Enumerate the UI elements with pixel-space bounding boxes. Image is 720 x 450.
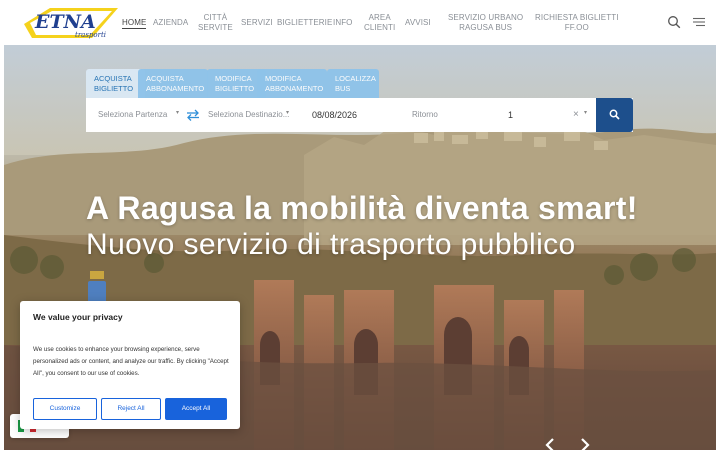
tab-modifica-abbonamento[interactable]: MODIFICA ABBONAMENTO bbox=[257, 69, 327, 99]
tab-acquista-biglietto[interactable]: ACQUISTA BIGLIETTO bbox=[86, 69, 145, 99]
nav-item-home[interactable]: HOME bbox=[122, 18, 147, 29]
etna-trasporti-logo[interactable]: ETNA trasporti bbox=[22, 6, 118, 40]
menu-icon[interactable] bbox=[692, 15, 706, 29]
hero-title: A Ragusa la mobilità diventa smart! bbox=[86, 190, 638, 226]
nav-item-area-clienti[interactable]: AREA CLIENTI bbox=[364, 13, 395, 32]
chevron-down-icon: ▾ bbox=[176, 110, 180, 116]
hero-subtitle: Nuovo servizio di trasporto pubblico bbox=[86, 228, 576, 261]
nav-item-biglietterie[interactable]: BIGLIETTERIE bbox=[277, 18, 332, 28]
nav-item-richiesta-biglietti[interactable]: RICHIESTA BIGLIETTI FF.OO bbox=[535, 13, 619, 32]
search-button[interactable] bbox=[596, 98, 633, 132]
site-header: ETNA trasporti HOME AZIENDA CITTÀ SERVIT… bbox=[0, 0, 720, 45]
destination-select[interactable]: Seleziona Destinazio... bbox=[208, 98, 289, 132]
slider-prev-arrow-icon[interactable] bbox=[543, 437, 557, 450]
slider-next-arrow-icon[interactable] bbox=[578, 437, 592, 450]
chevron-down-icon: ▾ bbox=[286, 110, 290, 116]
booking-search-bar: Seleziona Partenza ▾ Seleziona Destinazi… bbox=[86, 98, 633, 132]
chevron-down-icon: ▾ bbox=[584, 110, 588, 116]
svg-text:trasporti: trasporti bbox=[75, 31, 106, 39]
clear-icon[interactable]: × bbox=[573, 98, 579, 132]
reject-all-button[interactable]: Reject All bbox=[101, 398, 161, 420]
swap-icon[interactable] bbox=[186, 109, 200, 121]
coat-of-arms-icon bbox=[88, 271, 106, 303]
cookie-text: We use cookies to enhance your browsing … bbox=[33, 346, 229, 377]
cookie-title: We value your privacy bbox=[33, 312, 123, 322]
departure-select[interactable]: Seleziona Partenza bbox=[98, 98, 167, 132]
nav-item-avvisi[interactable]: AVVISI bbox=[405, 18, 431, 28]
accept-all-button[interactable]: Accept All bbox=[165, 398, 227, 420]
nav-item-info[interactable]: INFO bbox=[333, 18, 353, 28]
nav-item-servizio-urbano[interactable]: SERVIZIO URBANO RAGUSA BUS bbox=[448, 13, 523, 32]
nav-item-servizi[interactable]: SERVIZI bbox=[241, 18, 273, 28]
return-date-field[interactable]: Ritorno bbox=[412, 98, 438, 132]
nav-item-azienda[interactable]: AZIENDA bbox=[153, 18, 188, 28]
tab-localizza-bus[interactable]: LOCALIZZA BUS bbox=[327, 69, 379, 99]
tab-acquista-abbonamento[interactable]: ACQUISTA ABBONAMENTO bbox=[138, 69, 208, 99]
search-icon[interactable] bbox=[667, 15, 681, 29]
passengers-field[interactable]: 1 bbox=[508, 98, 513, 132]
nav-item-citta-servite[interactable]: CITTÀ SERVITE bbox=[198, 13, 233, 32]
customize-button[interactable]: Customize bbox=[33, 398, 97, 420]
departure-date-field[interactable]: 08/08/2026 bbox=[312, 98, 357, 132]
cookie-consent-dialog: We value your privacy We use cookies to … bbox=[20, 301, 240, 429]
search-icon bbox=[609, 109, 620, 120]
svg-text:ETNA: ETNA bbox=[34, 11, 96, 33]
